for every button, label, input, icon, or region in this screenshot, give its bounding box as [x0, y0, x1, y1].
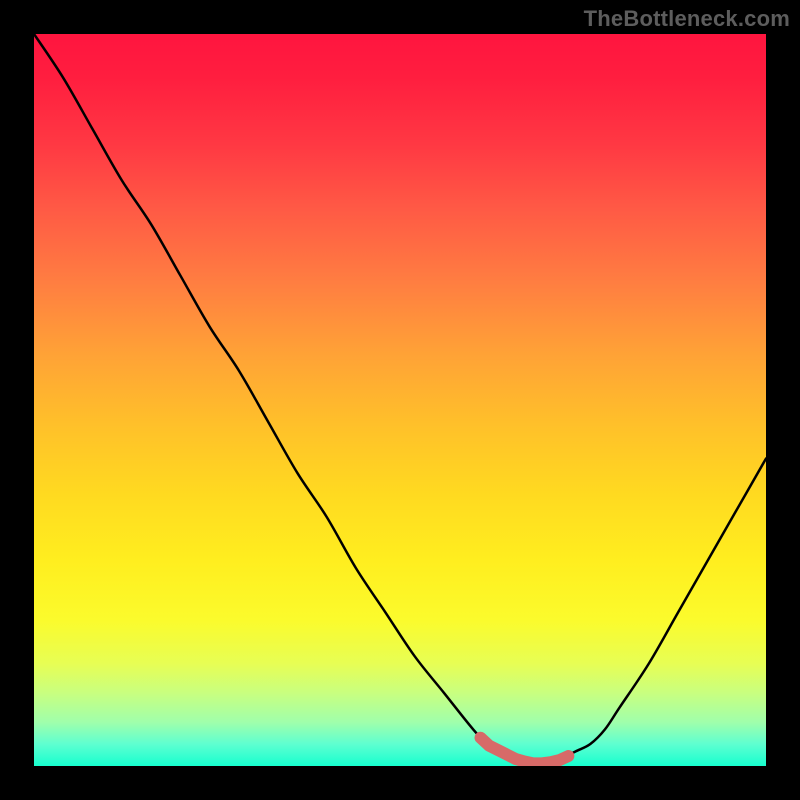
chart-frame: TheBottleneck.com: [0, 0, 800, 800]
plot-area: [34, 34, 766, 766]
bottleneck-curve: [34, 34, 766, 763]
curve-svg: [34, 34, 766, 766]
watermark-text: TheBottleneck.com: [584, 6, 790, 32]
optimal-marker: [481, 738, 569, 764]
